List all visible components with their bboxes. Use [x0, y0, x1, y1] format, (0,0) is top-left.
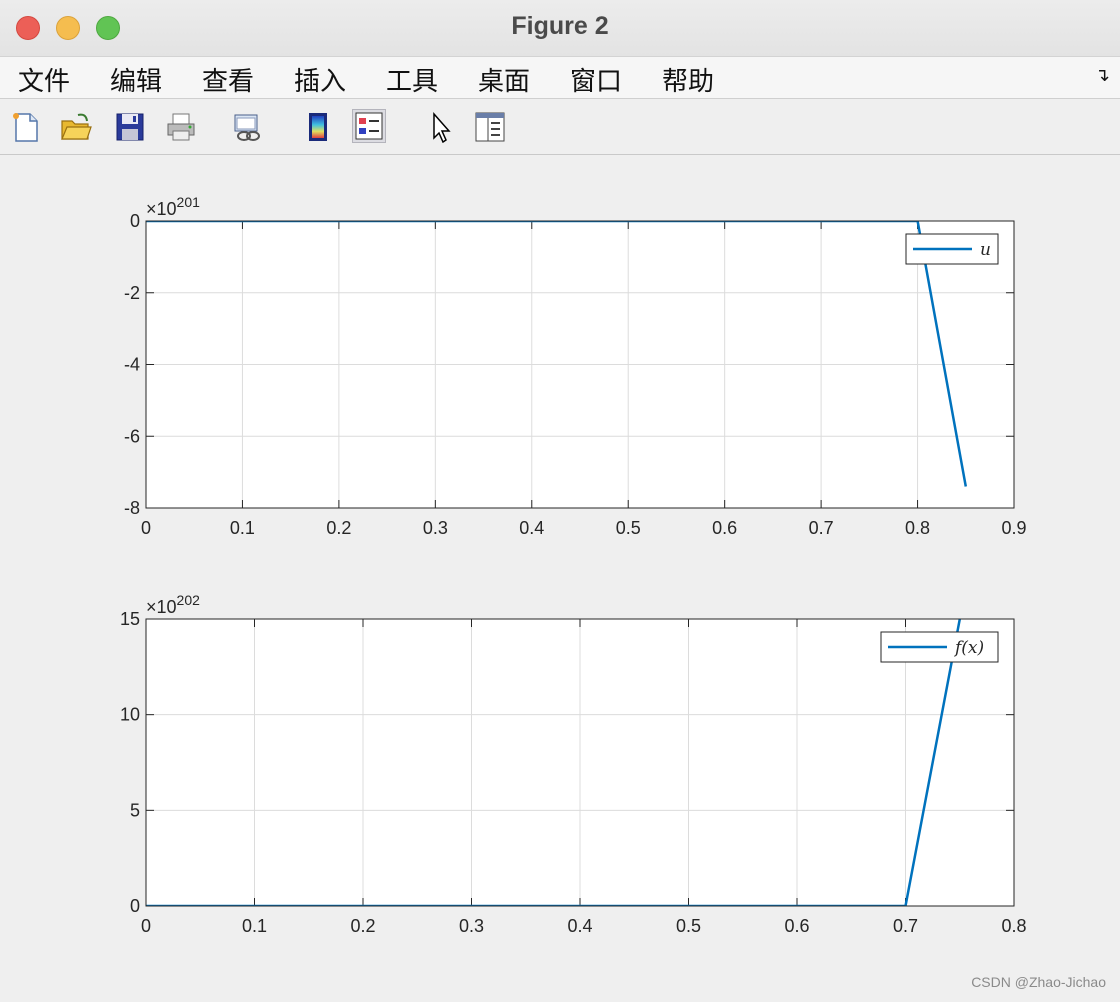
toolbar [0, 99, 1120, 155]
x-tick-label: 0.6 [784, 916, 809, 936]
x-tick-label: 0 [141, 916, 151, 936]
y-tick-label: 5 [130, 800, 140, 820]
x-tick-label: 0.1 [230, 518, 255, 538]
property-inspector-icon[interactable] [474, 111, 506, 143]
colorbar-icon[interactable] [302, 111, 334, 143]
legend-label: f(x) [953, 638, 984, 658]
pointer-icon[interactable] [426, 111, 458, 143]
watermark: CSDN @Zhao-Jichao [971, 974, 1106, 990]
axes-2: 0 0.1 0.2 0.3 0.4 0.5 0.6 0.7 0.8 15 10 5 0 ×10202 f(x… [120, 592, 1027, 936]
menu-bar: 文件 编辑 查看 插入 工具 桌面 窗口 帮助 ↴ [0, 57, 1120, 99]
x-tick-label: 0.3 [459, 916, 484, 936]
y-tick-label: 0 [130, 896, 140, 916]
axes-1: 0 0.1 0.2 0.3 0.4 0.5 0.6 0.7 0.8 0.9 0 -2 -4 -6 -8 ×10… [124, 194, 1027, 538]
y-tick-label: 0 [130, 211, 140, 231]
x-tick-label: 0.4 [519, 518, 544, 538]
save-icon[interactable] [114, 111, 146, 143]
legend: f(x) [880, 631, 999, 663]
menu-edit[interactable]: 编辑 [110, 61, 162, 98]
x-tick-label: 0 [141, 518, 151, 538]
link-plot-icon[interactable] [232, 111, 264, 143]
legend-icon[interactable] [352, 109, 386, 143]
menu-tools[interactable]: 工具 [386, 61, 438, 98]
x-tick-label: 0.8 [905, 518, 930, 538]
window-title: Figure 2 [511, 12, 609, 40]
title-bar: Figure 2 [0, 0, 1120, 57]
legend-label: u [980, 240, 991, 260]
menu-insert[interactable]: 插入 [294, 61, 346, 98]
menu-file[interactable]: 文件 [18, 61, 70, 98]
exponent-label: ×10202 [146, 592, 200, 617]
y-tick-label: -4 [124, 355, 140, 375]
y-tick-label: 15 [120, 609, 140, 629]
open-file-icon[interactable] [60, 111, 92, 143]
x-tick-label: 0.4 [567, 916, 592, 936]
exponent-power: 201 [177, 194, 201, 210]
x-tick-label: 0.3 [423, 518, 448, 538]
x-tick-label: 0.2 [326, 518, 351, 538]
x-tick-label: 0.5 [676, 916, 701, 936]
menu-view[interactable]: 查看 [202, 61, 254, 98]
print-icon[interactable] [165, 111, 197, 143]
overflow-arrow-icon[interactable]: ↴ [1095, 65, 1110, 86]
y-tick-label: -6 [124, 426, 140, 446]
x-tick-label: 0.8 [1001, 916, 1026, 936]
y-tick-label: -8 [124, 498, 140, 518]
exponent-label: ×10201 [146, 194, 200, 219]
exponent-base: ×10 [146, 199, 177, 219]
x-tick-label: 0.5 [616, 518, 641, 538]
menu-help[interactable]: 帮助 [662, 61, 714, 98]
x-tick-label: 0.7 [893, 916, 918, 936]
new-figure-icon[interactable] [10, 111, 42, 143]
exponent-base: ×10 [146, 597, 177, 617]
plots-svg: 0 0.1 0.2 0.3 0.4 0.5 0.6 0.7 0.8 0.9 0 -2 -4 -6 -8 ×10… [120, 194, 1027, 936]
x-tick-label: 0.2 [350, 916, 375, 936]
y-tick-label: 10 [120, 705, 140, 725]
x-tick-label: 0.7 [809, 518, 834, 538]
exponent-power: 202 [177, 592, 201, 608]
figure-canvas: 0 0.1 0.2 0.3 0.4 0.5 0.6 0.7 0.8 0.9 0 -2 -4 -6 -8 ×10… [0, 155, 1120, 998]
menu-window[interactable]: 窗口 [570, 61, 622, 98]
y-tick-label: -2 [124, 283, 140, 303]
x-tick-label: 0.6 [712, 518, 737, 538]
x-tick-label: 0.9 [1001, 518, 1026, 538]
legend: u [905, 233, 999, 265]
x-tick-label: 0.1 [242, 916, 267, 936]
menu-desktop[interactable]: 桌面 [478, 61, 530, 98]
